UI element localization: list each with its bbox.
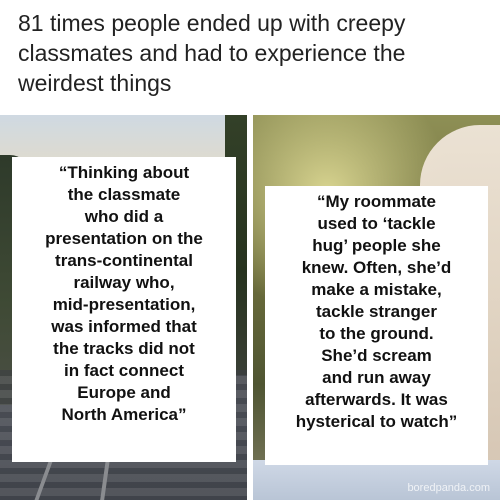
watermark: boredpanda.com <box>407 482 490 494</box>
quote-text-left: “Thinking about the classmate who did a … <box>12 157 236 462</box>
article-headline: 81 times people ended up with creepy cla… <box>18 10 406 96</box>
quote-panel-left: “Thinking about the classmate who did a … <box>0 115 247 500</box>
quote-text-right: “My roommate used to ‘tackle hug’ people… <box>265 186 488 465</box>
quote-panel-right: “My roommate used to ‘tackle hug’ people… <box>253 115 500 500</box>
person-shirt <box>253 460 500 500</box>
